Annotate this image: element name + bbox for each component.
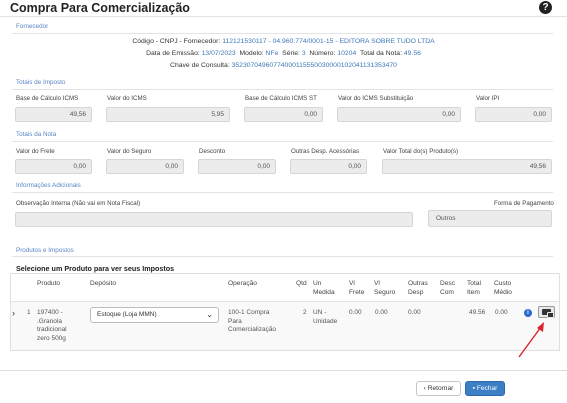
annotation-arrow <box>518 322 544 358</box>
close-icon: ▪ <box>472 385 475 392</box>
back-button[interactable]: ‹ Retornar <box>416 381 461 396</box>
close-button[interactable]: ▪ Fechar <box>465 381 505 396</box>
chevron-left-icon: ‹ <box>423 385 426 392</box>
footer-divider <box>0 370 567 371</box>
close-button-label: Fechar <box>476 385 498 392</box>
back-button-label: Retornar <box>427 385 454 392</box>
